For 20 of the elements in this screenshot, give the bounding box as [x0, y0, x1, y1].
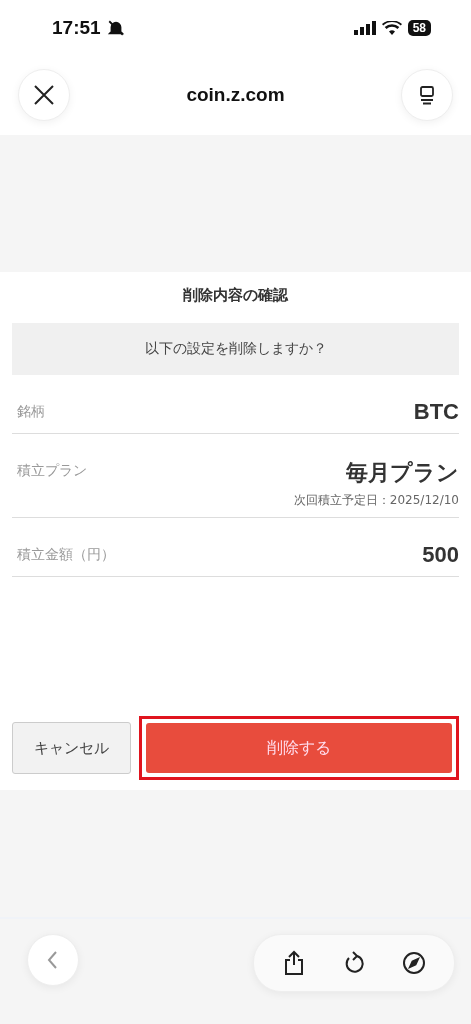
- wifi-icon: [381, 20, 402, 35]
- close-button[interactable]: [18, 69, 70, 121]
- menu-button[interactable]: [401, 69, 453, 121]
- close-icon: [32, 83, 56, 107]
- row-label: 積立プラン: [17, 461, 87, 480]
- cancel-button[interactable]: キャンセル: [12, 722, 131, 774]
- url-text: coin.z.com: [186, 84, 285, 106]
- row-label: 銘柄: [17, 402, 45, 421]
- battery-level: 58: [407, 19, 431, 36]
- share-icon[interactable]: [282, 950, 306, 976]
- row-value: 毎月プラン: [346, 459, 459, 487]
- row-label: 積立金額（円）: [17, 545, 115, 564]
- row-value: BTC: [413, 399, 459, 425]
- compass-icon[interactable]: [402, 951, 426, 975]
- row-value: 500: [422, 542, 459, 568]
- signal-icon: [353, 20, 376, 35]
- dialog-title: 削除内容の確認: [182, 285, 289, 306]
- confirm-question: 以下の設定を削除しますか？: [12, 323, 459, 375]
- status-time: 17:51: [52, 16, 101, 39]
- row-note: 次回積立予定日：2025/12/10: [293, 492, 459, 509]
